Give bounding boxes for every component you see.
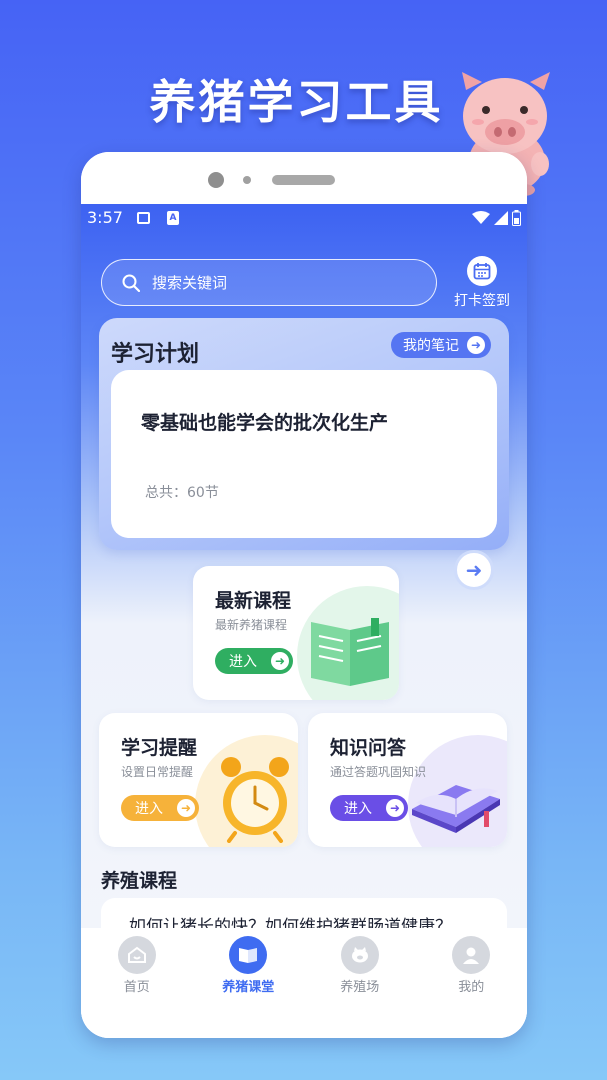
status-time: 3:57 (87, 208, 123, 227)
status-bar: 3:57 A (81, 204, 527, 232)
sensor-icon (243, 176, 251, 184)
tab-pig-class[interactable]: 养猪课堂 (193, 936, 305, 1038)
arrow-right-icon: ➜ (177, 799, 195, 817)
tab-label: 首页 (123, 980, 150, 995)
tab-farm[interactable]: 养殖场 (304, 936, 416, 1038)
piggy-icon (340, 936, 379, 974)
checkin-circle (467, 256, 497, 286)
checkin-button[interactable]: 打卡签到 (451, 256, 513, 310)
knowledge-qa-card[interactable]: 知识问答 通过答题巩固知识 进入 ➜ (308, 713, 507, 847)
study-reminder-card[interactable]: 学习提醒 设置日常提醒 进入 ➜ (99, 713, 298, 847)
tab-profile[interactable]: 我的 (416, 936, 528, 1038)
tab-home[interactable]: 首页 (81, 936, 193, 1038)
study-plan-title: 学习计划 (111, 342, 200, 367)
enter-label: 进入 (344, 801, 372, 817)
phone-bezel-top (81, 152, 527, 204)
tab-label: 养猪课堂 (222, 980, 275, 995)
enter-label: 进入 (229, 654, 257, 670)
camera-icon (208, 172, 224, 188)
bottom-tab-bar: 首页 养猪课堂 养殖场 我的 (81, 928, 527, 1038)
study-plan-card: 学习计划 我的笔记 ➜ 零基础也能学会的批次化生产 总共：60节 (99, 318, 509, 550)
book-icon (311, 618, 389, 686)
home-icon (117, 936, 156, 974)
status-icons (472, 210, 521, 226)
a-notification-icon: A (167, 211, 179, 225)
arrow-right-icon: ➜ (271, 652, 289, 670)
checkin-label: 打卡签到 (454, 293, 510, 309)
enter-label: 进入 (135, 801, 163, 817)
alarm-clock-icon (221, 757, 289, 843)
reminder-enter-button[interactable]: 进入 ➜ (121, 795, 199, 821)
search-icon (122, 274, 140, 292)
breeding-courses-title: 养殖课程 (101, 870, 178, 892)
plan-course-title: 零基础也能学会的批次化生产 (141, 412, 389, 434)
calendar-icon (473, 263, 491, 280)
plan-go-button[interactable]: ➜ (454, 550, 494, 590)
qa-enter-button[interactable]: 进入 ➜ (330, 795, 408, 821)
tab-label: 我的 (458, 980, 485, 995)
search-input[interactable]: 搜索关键词 (101, 259, 437, 306)
my-notes-button[interactable]: 我的笔记 ➜ (391, 332, 491, 358)
tab-label: 养殖场 (340, 980, 380, 995)
wifi-icon (472, 211, 490, 224)
latest-enter-button[interactable]: 进入 ➜ (215, 648, 293, 674)
plan-course-panel[interactable]: 零基础也能学会的批次化生产 总共：60节 (111, 370, 497, 538)
study-reminder-title: 学习提醒 (121, 737, 198, 759)
knowledge-qa-title: 知识问答 (330, 737, 407, 759)
signal-icon (494, 211, 508, 225)
search-placeholder: 搜索关键词 (152, 274, 228, 292)
latest-courses-subtitle: 最新养猪课程 (215, 618, 288, 632)
arrow-right-icon: ➜ (467, 336, 485, 354)
arrow-right-icon: ➜ (386, 799, 404, 817)
latest-courses-title: 最新课程 (215, 590, 292, 612)
study-reminder-subtitle: 设置日常提醒 (121, 765, 194, 779)
open-book-icon (412, 785, 500, 833)
my-notes-label: 我的笔记 (403, 338, 459, 354)
book-icon (229, 936, 268, 974)
arrow-right-icon: ➜ (465, 558, 483, 582)
phone-frame: 3:57 A 搜索关键词 打卡签到 学习计划 我的笔记 ➜ 零基础也能学会的批次… (81, 152, 527, 1038)
battery-icon (512, 210, 521, 226)
latest-courses-card[interactable]: 最新课程 最新养猪课程 进入 ➜ (193, 566, 399, 700)
image-notification-icon (137, 212, 150, 224)
user-icon (452, 936, 491, 974)
plan-course-total: 总共：60节 (145, 485, 219, 501)
speaker-grille (272, 175, 335, 185)
app-screen: 3:57 A 搜索关键词 打卡签到 学习计划 我的笔记 ➜ 零基础也能学会的批次… (81, 204, 527, 1038)
